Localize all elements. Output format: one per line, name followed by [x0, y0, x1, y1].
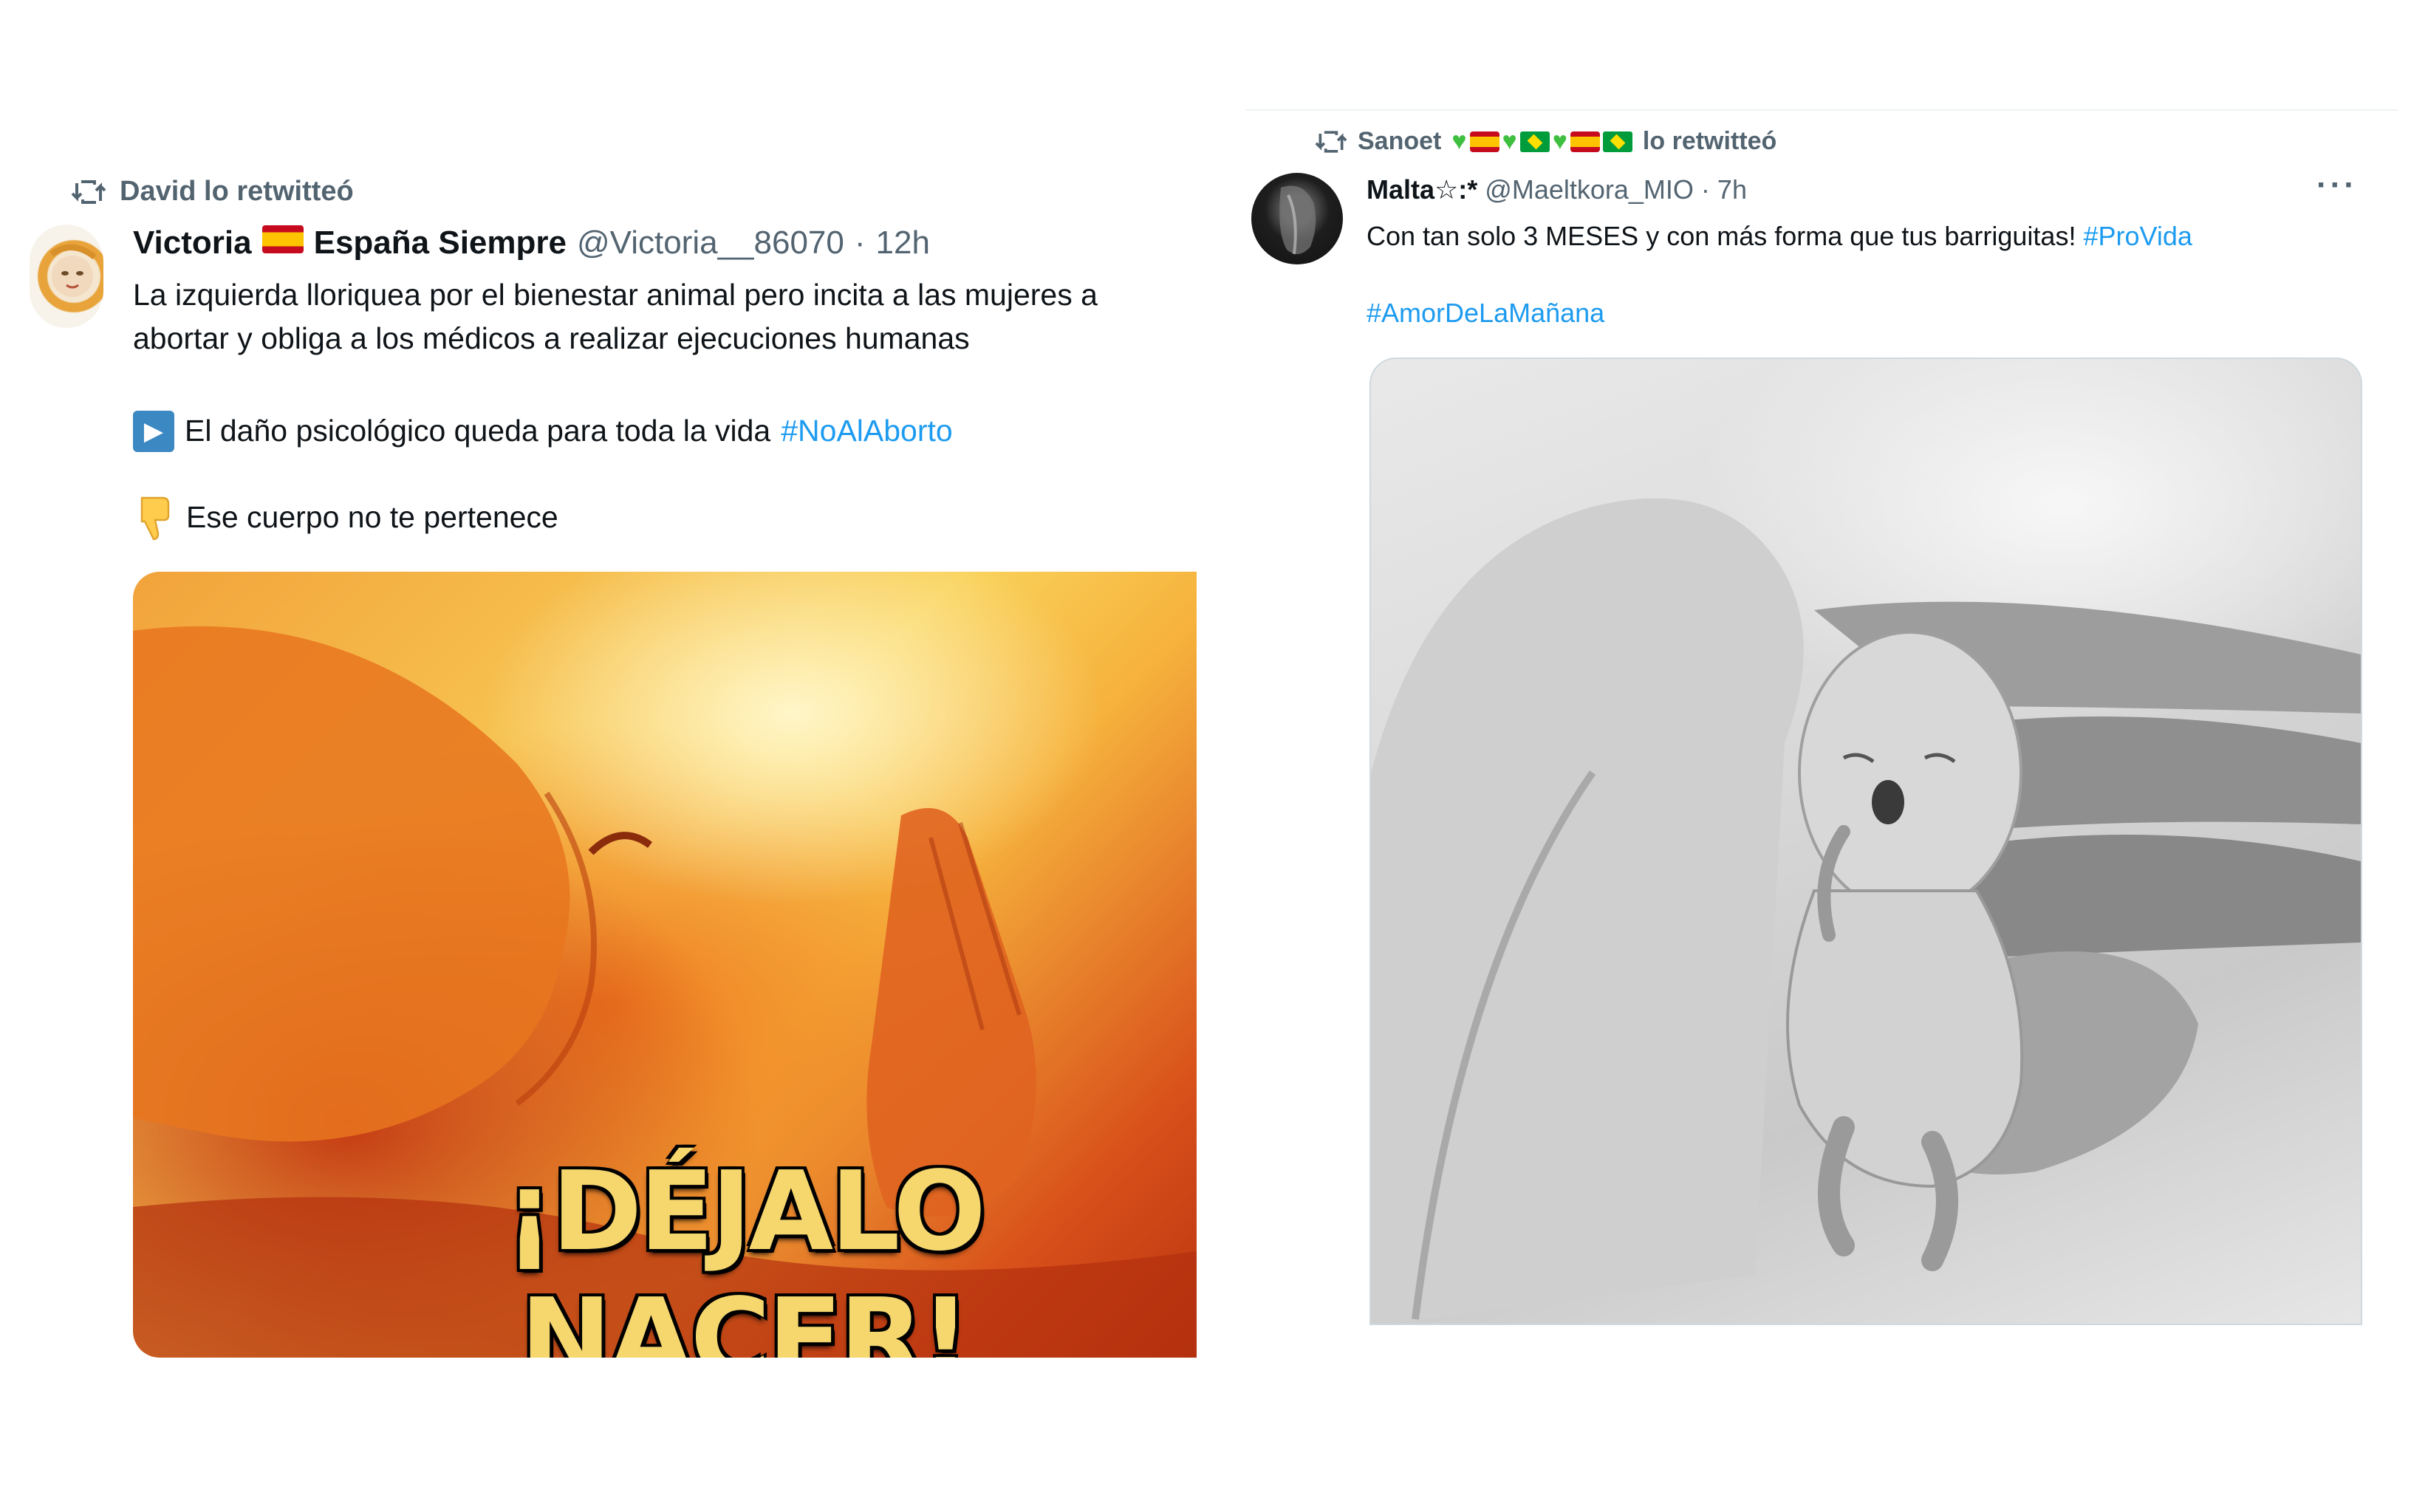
left-tweet-image[interactable]: ¡DÉJALO NACER! [133, 572, 1197, 1358]
left-avatar[interactable] [30, 225, 103, 328]
right-hashtag-amordelamanana[interactable]: #AmorDeLaMañana [1367, 298, 1604, 328]
face-icon [49, 244, 97, 297]
left-text-line-2: abortar y obliga a los médicos a realiza… [133, 321, 970, 356]
play-button-emoji-icon: ▶ [133, 410, 174, 452]
thumbs-down-emoji-icon [140, 496, 170, 541]
right-author-name[interactable]: Malta☆:* [1367, 174, 1477, 205]
left-author-row: Victoria España Siempre @Victoria__86070… [133, 225, 930, 261]
left-retweet-indicator: David lo retwitteó [71, 176, 354, 208]
left-text-line-4: Ese cuerpo no te pertenece [133, 495, 558, 541]
left-hashtag-noalaborto[interactable]: #NoAlAborto [781, 409, 952, 453]
right-retweet-suffix: lo retwitteó [1642, 127, 1777, 155]
retweet-icon [71, 179, 106, 204]
spain-flag-icon [1570, 131, 1600, 152]
right-hashtag-provida[interactable]: #ProVida [2083, 221, 2192, 251]
spain-flag-icon [1469, 131, 1499, 152]
left-author-name[interactable]: Victoria [133, 225, 252, 261]
left-text-line-3: ▶ El daño psicológico queda para toda la… [133, 409, 953, 453]
left-timestamp[interactable]: 12h [876, 225, 930, 261]
left-handle[interactable]: @Victoria__86070 [577, 225, 844, 261]
spain-flag-icon [261, 225, 304, 253]
green-heart-icon: ♥ [1451, 127, 1467, 155]
right-retweet-indicator: Sanoet ♥ ♥ ♥ lo retwitteó [1315, 127, 1776, 156]
green-heart-icon: ♥ [1552, 127, 1567, 155]
right-avatar[interactable] [1251, 173, 1343, 264]
right-timestamp[interactable]: 7h [1717, 174, 1747, 205]
retweeter-emoji-row: ♥ ♥ ♥ [1451, 127, 1632, 156]
right-author-row: Malta☆:* @Maeltkora_MIO · 7h [1367, 174, 1747, 205]
right-tweet[interactable]: Sanoet ♥ ♥ ♥ lo retwitteó Malta☆:* @Mael… [1226, 0, 2411, 1512]
green-heart-icon: ♥ [1502, 127, 1517, 155]
brazil-flag-icon [1602, 131, 1632, 152]
left-text-line-1: La izquierda lloriquea por el bienestar … [133, 278, 1098, 312]
right-retweeter-name[interactable]: Sanoet [1358, 127, 1441, 156]
left-tweet-text: La izquierda lloriquea por el bienestar … [133, 273, 1211, 361]
right-text-line-2: #AmorDeLaMañana [1367, 294, 1604, 332]
right-tweet-image[interactable] [1369, 358, 2362, 1325]
retweet-icon [1315, 130, 1347, 153]
right-text-line-1: Con tan solo 3 MESES y con más forma que… [1367, 221, 2192, 251]
portrait-icon [1279, 185, 1316, 255]
left-image-caption: ¡DÉJALO NACER! [505, 1148, 986, 1358]
left-author-name-suffix[interactable]: España Siempre [314, 225, 567, 261]
left-dot: · [854, 225, 866, 261]
brazil-flag-icon [1519, 131, 1550, 152]
left-tweet[interactable]: David lo retwitteó Victoria España Siemp… [0, 0, 1226, 1512]
left-retweet-label: David lo retwitteó [120, 176, 354, 207]
right-handle[interactable]: @Maeltkora_MIO [1485, 174, 1694, 205]
right-dot: · [1700, 174, 1710, 205]
more-options-icon[interactable]: ··· [2316, 167, 2358, 204]
fetus-in-hand-illustration [1371, 498, 2361, 1324]
